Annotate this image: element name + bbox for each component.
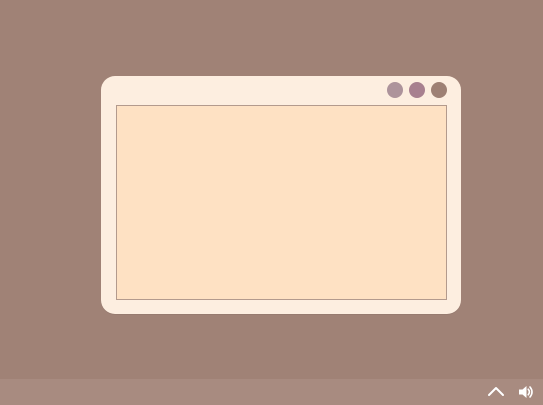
close-button[interactable]: [431, 82, 447, 98]
window-content-area[interactable]: [116, 105, 447, 300]
taskbar: [0, 379, 543, 405]
desktop: [0, 0, 543, 379]
window-titlebar[interactable]: [101, 76, 461, 104]
speaker-icon[interactable]: [517, 383, 535, 401]
app-window: [101, 76, 461, 314]
chevron-up-icon[interactable]: [487, 383, 505, 401]
window-controls: [387, 82, 447, 98]
maximize-button[interactable]: [409, 82, 425, 98]
system-tray: [487, 382, 535, 402]
minimize-button[interactable]: [387, 82, 403, 98]
